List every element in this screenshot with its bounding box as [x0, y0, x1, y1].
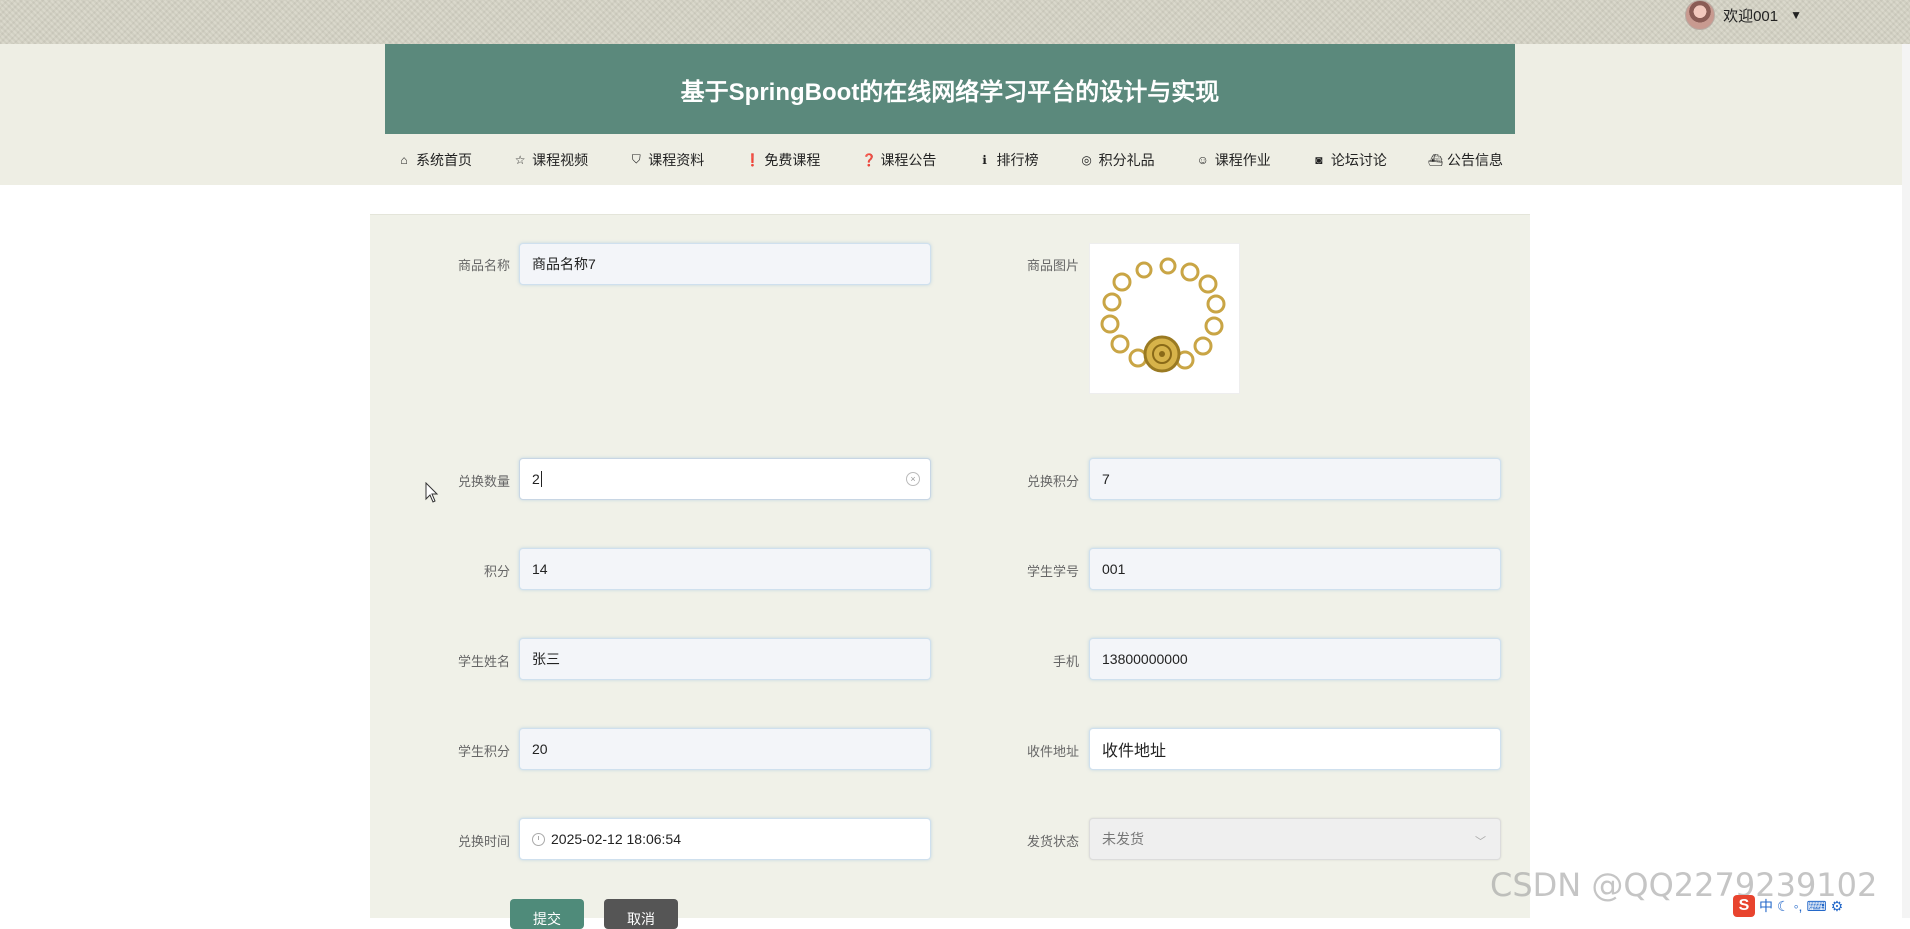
clear-icon[interactable]: ×	[906, 472, 920, 486]
points-label: 积分	[483, 564, 510, 579]
exchange-time-label: 兑换时间	[457, 834, 510, 849]
phone-label: 手机	[1052, 654, 1079, 669]
ime-logo-icon[interactable]: S	[1733, 895, 1755, 917]
gift-icon: ◎	[1081, 152, 1092, 167]
camera-icon: ◙	[1315, 152, 1323, 167]
question-icon: ❓	[861, 152, 877, 167]
bag-icon: ⛉	[631, 152, 641, 166]
top-texture-strip: 欢迎001 ▼	[0, 0, 1910, 44]
student-id-input[interactable]: 001	[1089, 548, 1501, 590]
nav-item-home[interactable]: ⌂ 系统首页	[397, 150, 472, 170]
phone-input[interactable]: 13800000000	[1089, 638, 1501, 680]
nav-item-label: 公告信息	[1446, 151, 1503, 168]
points-value: 14	[532, 561, 548, 577]
exchange-points-label: 兑换积分	[1026, 474, 1079, 489]
nav-item-label: 积分礼品	[1098, 151, 1155, 168]
nav-item-label: 课程资料	[648, 151, 705, 168]
ship-status-select[interactable]: 未发货 ﹀	[1089, 818, 1501, 860]
page-scrollbar[interactable]	[1902, 44, 1910, 918]
nav-item-label: 系统首页	[416, 151, 472, 168]
exchange-time-value: 2025-02-12 18:06:54	[551, 831, 681, 847]
phone-value: 13800000000	[1102, 651, 1188, 667]
nav-item-label: 论坛讨论	[1330, 151, 1387, 168]
nav-item-forum[interactable]: ◙ 论坛讨论	[1312, 150, 1387, 170]
chevron-down-icon: ﹀	[1475, 836, 1486, 848]
student-id-label: 学生学号	[1026, 564, 1079, 579]
main-nav: ⌂ 系统首页 ☆ 课程视频 ⛉ 课程资料 ❗ 免费课程 ❓ 课程公告 ℹ 排行榜…	[385, 134, 1515, 185]
address-input[interactable]: 收件地址	[1089, 728, 1501, 770]
points-input[interactable]: 14	[519, 548, 931, 590]
student-name-label: 学生姓名	[457, 654, 510, 669]
bracelet-image	[1090, 244, 1239, 393]
keyboard-icon[interactable]: ⌨	[1806, 898, 1826, 915]
exchange-quantity-input[interactable]: 2 ×	[519, 458, 931, 500]
nav-item-course-notice[interactable]: ❓ 课程公告	[861, 150, 936, 170]
smile-icon: ☺	[1196, 152, 1209, 167]
ship-status-value: 未发货	[1102, 831, 1144, 847]
nav-item-course-material[interactable]: ⛉ 课程资料	[629, 150, 705, 170]
star-icon: ☆	[514, 152, 526, 167]
student-points-label: 学生积分	[457, 744, 510, 759]
nav-item-label: 排行榜	[996, 151, 1039, 168]
nav-item-course-video[interactable]: ☆ 课程视频	[513, 150, 588, 170]
ship-status-label: 发货状态	[1026, 834, 1079, 849]
student-name-input[interactable]: 张三	[519, 638, 931, 680]
address-label: 收件地址	[1026, 744, 1079, 759]
nav-item-label: 课程视频	[532, 151, 589, 168]
nav-item-label: 课程公告	[880, 151, 937, 168]
submit-button-label: 提交	[533, 911, 561, 927]
avatar[interactable]	[1685, 0, 1716, 30]
moon-icon[interactable]: ☾	[1777, 898, 1790, 915]
student-name-value: 张三	[532, 651, 560, 667]
chevron-down-icon[interactable]: ▼	[1790, 8, 1802, 22]
site-title-bar: 基于SpringBoot的在线网络学习平台的设计与实现	[385, 44, 1515, 134]
exchange-quantity-value: 2	[532, 471, 540, 487]
product-name-input[interactable]: 商品名称7	[519, 243, 931, 285]
cancel-button-label: 取消	[627, 911, 655, 927]
product-image-label: 商品图片	[1026, 258, 1079, 273]
exchange-quantity-label: 兑换数量	[457, 474, 510, 489]
ship-icon: ⛴	[1427, 152, 1444, 167]
exchange-points-input[interactable]: 7	[1089, 458, 1501, 500]
punctuation-icon[interactable]: ◦,	[1794, 898, 1803, 914]
product-name-label: 商品名称	[457, 258, 510, 273]
nav-item-homework[interactable]: ☺ 课程作业	[1196, 150, 1271, 170]
nav-item-announcement[interactable]: ⛴ 公告信息	[1428, 150, 1503, 170]
nav-item-label: 免费课程	[764, 151, 821, 168]
mouse-pointer-icon	[425, 482, 439, 503]
exchange-points-value: 7	[1102, 471, 1110, 487]
ime-language-toggle[interactable]: 中	[1759, 896, 1773, 916]
product-image	[1089, 243, 1240, 394]
nav-item-label: 课程作业	[1214, 151, 1271, 168]
student-points-value: 20	[532, 741, 548, 757]
exchange-time-picker[interactable]: 2025-02-12 18:06:54	[519, 818, 931, 860]
settings-icon[interactable]: ⚙	[1831, 898, 1844, 915]
nav-item-ranking[interactable]: ℹ 排行榜	[978, 150, 1039, 170]
cancel-button[interactable]: 取消	[604, 899, 678, 929]
header-band: 基于SpringBoot的在线网络学习平台的设计与实现 ⌂ 系统首页 ☆ 课程视…	[0, 44, 1910, 185]
submit-button[interactable]: 提交	[510, 899, 584, 929]
address-value: 收件地址	[1102, 743, 1167, 760]
user-menu[interactable]: 欢迎001 ▼	[1685, 0, 1802, 30]
text-cursor	[540, 471, 542, 487]
nav-item-free-course[interactable]: ❗ 免费课程	[745, 150, 820, 170]
student-points-input[interactable]: 20	[519, 728, 931, 770]
site-title: 基于SpringBoot的在线网络学习平台的设计与实现	[680, 78, 1220, 106]
user-greeting[interactable]: 欢迎001	[1723, 5, 1778, 26]
clock-icon	[532, 832, 545, 846]
nav-item-points-gift[interactable]: ◎ 积分礼品	[1080, 150, 1155, 170]
product-name-value: 商品名称7	[532, 256, 596, 272]
alert-icon: ❗	[745, 152, 761, 167]
ime-toolbar[interactable]: S 中 ☾ ◦, ⌨ ⚙	[1733, 894, 1910, 918]
student-id-value: 001	[1102, 561, 1126, 577]
info-icon: ℹ	[982, 152, 987, 167]
home-icon: ⌂	[400, 152, 408, 167]
